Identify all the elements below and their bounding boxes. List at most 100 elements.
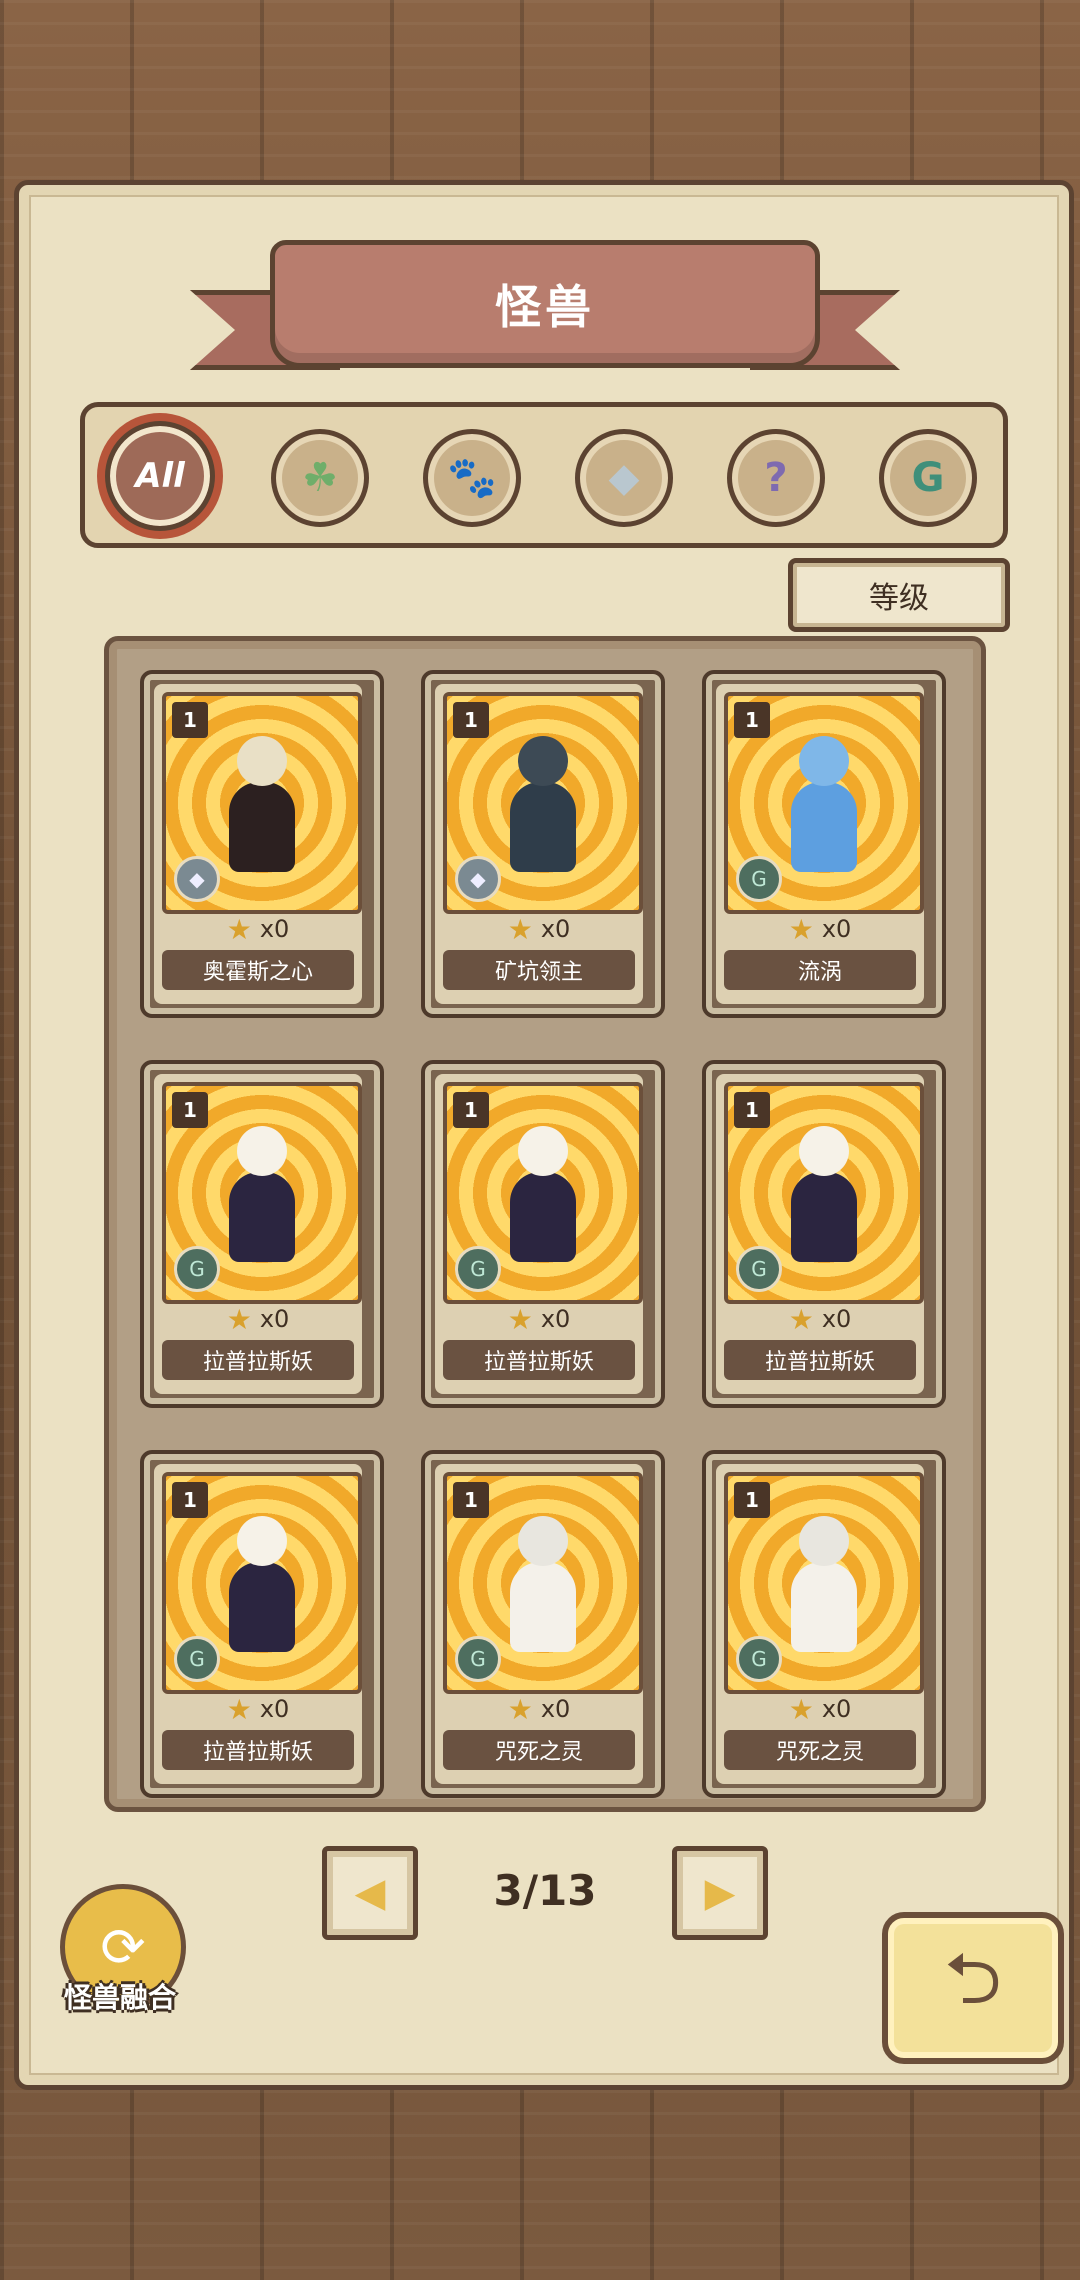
all-icon: All [135,456,185,496]
monster-card[interactable]: 1 ◆ ★ x0 矿坑领主 [421,670,665,1018]
card-inner: 1 G ★ x0 流涡 [716,684,924,1004]
monster-figure [215,1516,309,1666]
monster-body [791,1172,857,1262]
monster-head [799,1126,849,1176]
monster-name: 拉普拉斯妖 [162,1340,354,1380]
monster-name: 咒死之灵 [443,1730,635,1770]
monster-card[interactable]: 1 G ★ x0 流涡 [702,670,946,1018]
monster-card[interactable]: 1 ◆ ★ x0 奥霍斯之心 [140,670,384,1018]
monster-figure [215,1126,309,1276]
star-icon: ★ [788,1692,814,1726]
monster-head [237,1516,287,1566]
monster-body [229,782,295,872]
monster-name: 矿坑领主 [443,950,635,990]
card-inner: 1 G ★ x0 拉普拉斯妖 [716,1074,924,1394]
level-badge: 1 [453,1092,489,1128]
monster-figure [496,1516,590,1666]
monster-body [791,782,857,872]
star-icon: ★ [226,912,252,946]
monster-card[interactable]: 1 G ★ x0 咒死之灵 [702,1450,946,1798]
monster-figure [496,1126,590,1276]
monster-name: 拉普拉斯妖 [443,1340,635,1380]
monster-fusion-button[interactable]: ⟳ 怪兽融合 [50,1884,190,2024]
count-label: x0 [540,1695,571,1723]
monster-card[interactable]: 1 G ★ x0 拉普拉斯妖 [140,1450,384,1798]
star-count: ★ x0 [154,912,362,946]
level-badge: 1 [453,702,489,738]
fusion-label: 怪兽融合 [63,1981,176,2014]
crystal-icon: ◆ [455,856,501,902]
leaf-icon: ☘ [302,455,338,501]
monster-card[interactable]: 1 G ★ x0 拉普拉斯妖 [702,1060,946,1408]
star-count: ★ x0 [716,912,924,946]
monster-head [237,1126,287,1176]
level-badge: 1 [453,1482,489,1518]
monster-art: 1G [724,1472,924,1694]
rune-icon: G [174,1246,220,1292]
star-icon: ★ [226,1692,252,1726]
crystal-icon: ◆ [608,455,640,501]
monster-figure [777,1516,871,1666]
rune-icon: G [455,1246,501,1292]
count-label: x0 [821,915,852,943]
card-inner: 1 ◆ ★ x0 奥霍斯之心 [154,684,362,1004]
monster-art: 1G [162,1472,362,1694]
crystal-icon: ◆ [174,856,220,902]
monster-art: 1G [724,692,924,914]
filter-plant[interactable]: ☘ [271,429,369,527]
monster-card[interactable]: 1 G ★ x0 拉普拉斯妖 [421,1060,665,1408]
rune-icon: G [736,856,782,902]
paw-icon: 🐾 [447,455,497,501]
monster-head [799,1516,849,1566]
prev-page-button[interactable]: ◀ [322,1846,418,1940]
monster-art: 1G [443,1082,643,1304]
count-label: x0 [259,915,290,943]
filter-all[interactable]: All [105,421,215,531]
filter-rune[interactable]: G [879,429,977,527]
card-inner: 1 ◆ ★ x0 矿坑领主 [435,684,643,1004]
monster-body [510,782,576,872]
star-icon: ★ [788,912,814,946]
card-inner: 1 G ★ x0 咒死之灵 [435,1464,643,1784]
filter-bar: All ☘ 🐾 ◆ ? G [80,402,1008,548]
filter-unknown[interactable]: ? [727,429,825,527]
monster-figure [496,736,590,886]
monster-body [229,1562,295,1652]
level-badge: 1 [734,1482,770,1518]
filter-beast[interactable]: 🐾 [423,429,521,527]
level-badge: 1 [734,1092,770,1128]
monster-head [518,1516,568,1566]
triangle-left-icon: ◀ [354,1870,386,1916]
back-arrow-icon: ⮌ [944,1936,1002,2020]
star-icon: ★ [507,912,533,946]
filter-crystal[interactable]: ◆ [575,429,673,527]
monster-figure [777,736,871,886]
question-icon: ? [764,455,788,501]
rune-icon: G [736,1246,782,1292]
monster-name: 流涡 [724,950,916,990]
star-count: ★ x0 [435,1302,643,1336]
level-badge: 1 [172,702,208,738]
monster-head [237,736,287,786]
triangle-right-icon: ▶ [704,1870,736,1916]
page-indicator: 3/13 [493,1865,597,1915]
back-button[interactable]: ⮌ [882,1912,1064,2064]
star-count: ★ x0 [435,1692,643,1726]
monster-head [518,736,568,786]
level-badge: 1 [172,1482,208,1518]
monster-art: 1G [443,1472,643,1694]
monster-name: 咒死之灵 [724,1730,916,1770]
monster-body [510,1562,576,1652]
monster-figure [215,736,309,886]
star-count: ★ x0 [716,1302,924,1336]
sort-level-button[interactable]: 等级 [788,558,1010,632]
count-label: x0 [821,1695,852,1723]
rune-icon: G [911,455,945,501]
next-page-button[interactable]: ▶ [672,1846,768,1940]
star-count: ★ x0 [154,1692,362,1726]
level-badge: 1 [172,1092,208,1128]
monster-art: 1G [724,1082,924,1304]
count-label: x0 [540,915,571,943]
monster-card[interactable]: 1 G ★ x0 咒死之灵 [421,1450,665,1798]
monster-card[interactable]: 1 G ★ x0 拉普拉斯妖 [140,1060,384,1408]
